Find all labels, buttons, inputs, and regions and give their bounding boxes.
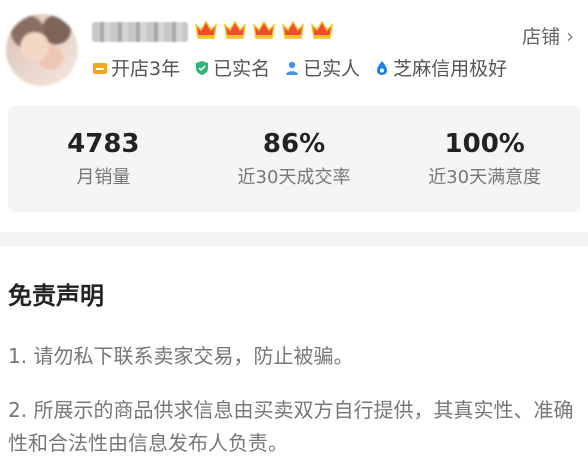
shop-link-label: 店铺: [521, 26, 560, 48]
crown-icon: [194, 20, 218, 39]
crown-icon: [281, 20, 305, 39]
disclaimer-item: 2. 所展示的商品供求信息由买卖双方自行提供，其真实性、准确性和合法性由信息发布…: [8, 398, 574, 455]
stat-label: 月销量: [76, 167, 131, 188]
verified-name-icon: [196, 60, 209, 75]
crown-icon: [223, 20, 247, 39]
verified-person-icon: [286, 61, 299, 75]
section-divider: [0, 232, 588, 246]
badge-label: 芝麻信用极好: [393, 58, 508, 80]
shop-link[interactable]: 店铺 ›: [522, 22, 574, 49]
shop-years-icon: [93, 62, 107, 74]
disclaimer-section: 免责声明 1. 请勿私下联系卖家交易，防止被骗。 2. 所展示的商品供求信息由买…: [0, 246, 588, 471]
badge-label: 开店3年: [111, 58, 181, 80]
badge-shop-years: 开店3年: [92, 54, 180, 81]
shop-stats-panel: 4783 月销量 86% 近30天成交率 100% 近30天满意度: [8, 106, 580, 212]
shop-header: 店铺 › 开店3年 已实名 已实人 芝麻信用极好: [0, 0, 588, 96]
sesame-credit-icon: [377, 60, 388, 75]
stat-monthly-sales: 4783 月销量: [8, 106, 199, 212]
seller-level-crowns: [194, 19, 334, 41]
shop-name-blurred[interactable]: [92, 22, 188, 42]
crown-icon: [252, 20, 276, 39]
disclaimer-item: 1. 请勿私下联系卖家交易，防止被骗。: [8, 344, 354, 368]
stat-value: 4783: [67, 129, 140, 159]
badge-verified-person: 已实人: [284, 54, 360, 81]
crown-icon: [310, 20, 334, 39]
disclaimer-title: 免责声明: [8, 282, 104, 310]
stat-label: 近30天成交率: [237, 167, 351, 188]
badge-label: 已实人: [303, 58, 361, 80]
stat-value: 100%: [444, 129, 525, 159]
avatar[interactable]: [6, 14, 78, 86]
seller-badges: 开店3年 已实名 已实人 芝麻信用极好: [92, 54, 507, 81]
chevron-right-icon: ›: [566, 23, 574, 48]
stat-satisfaction: 100% 近30天满意度: [389, 106, 580, 212]
stat-deal-rate: 86% 近30天成交率: [199, 106, 390, 212]
badge-verified-name: 已实名: [194, 54, 270, 81]
badge-label: 已实名: [213, 58, 271, 80]
stat-label: 近30天满意度: [428, 167, 542, 188]
stat-value: 86%: [262, 129, 326, 159]
badge-sesame-credit: 芝麻信用极好: [374, 54, 507, 81]
